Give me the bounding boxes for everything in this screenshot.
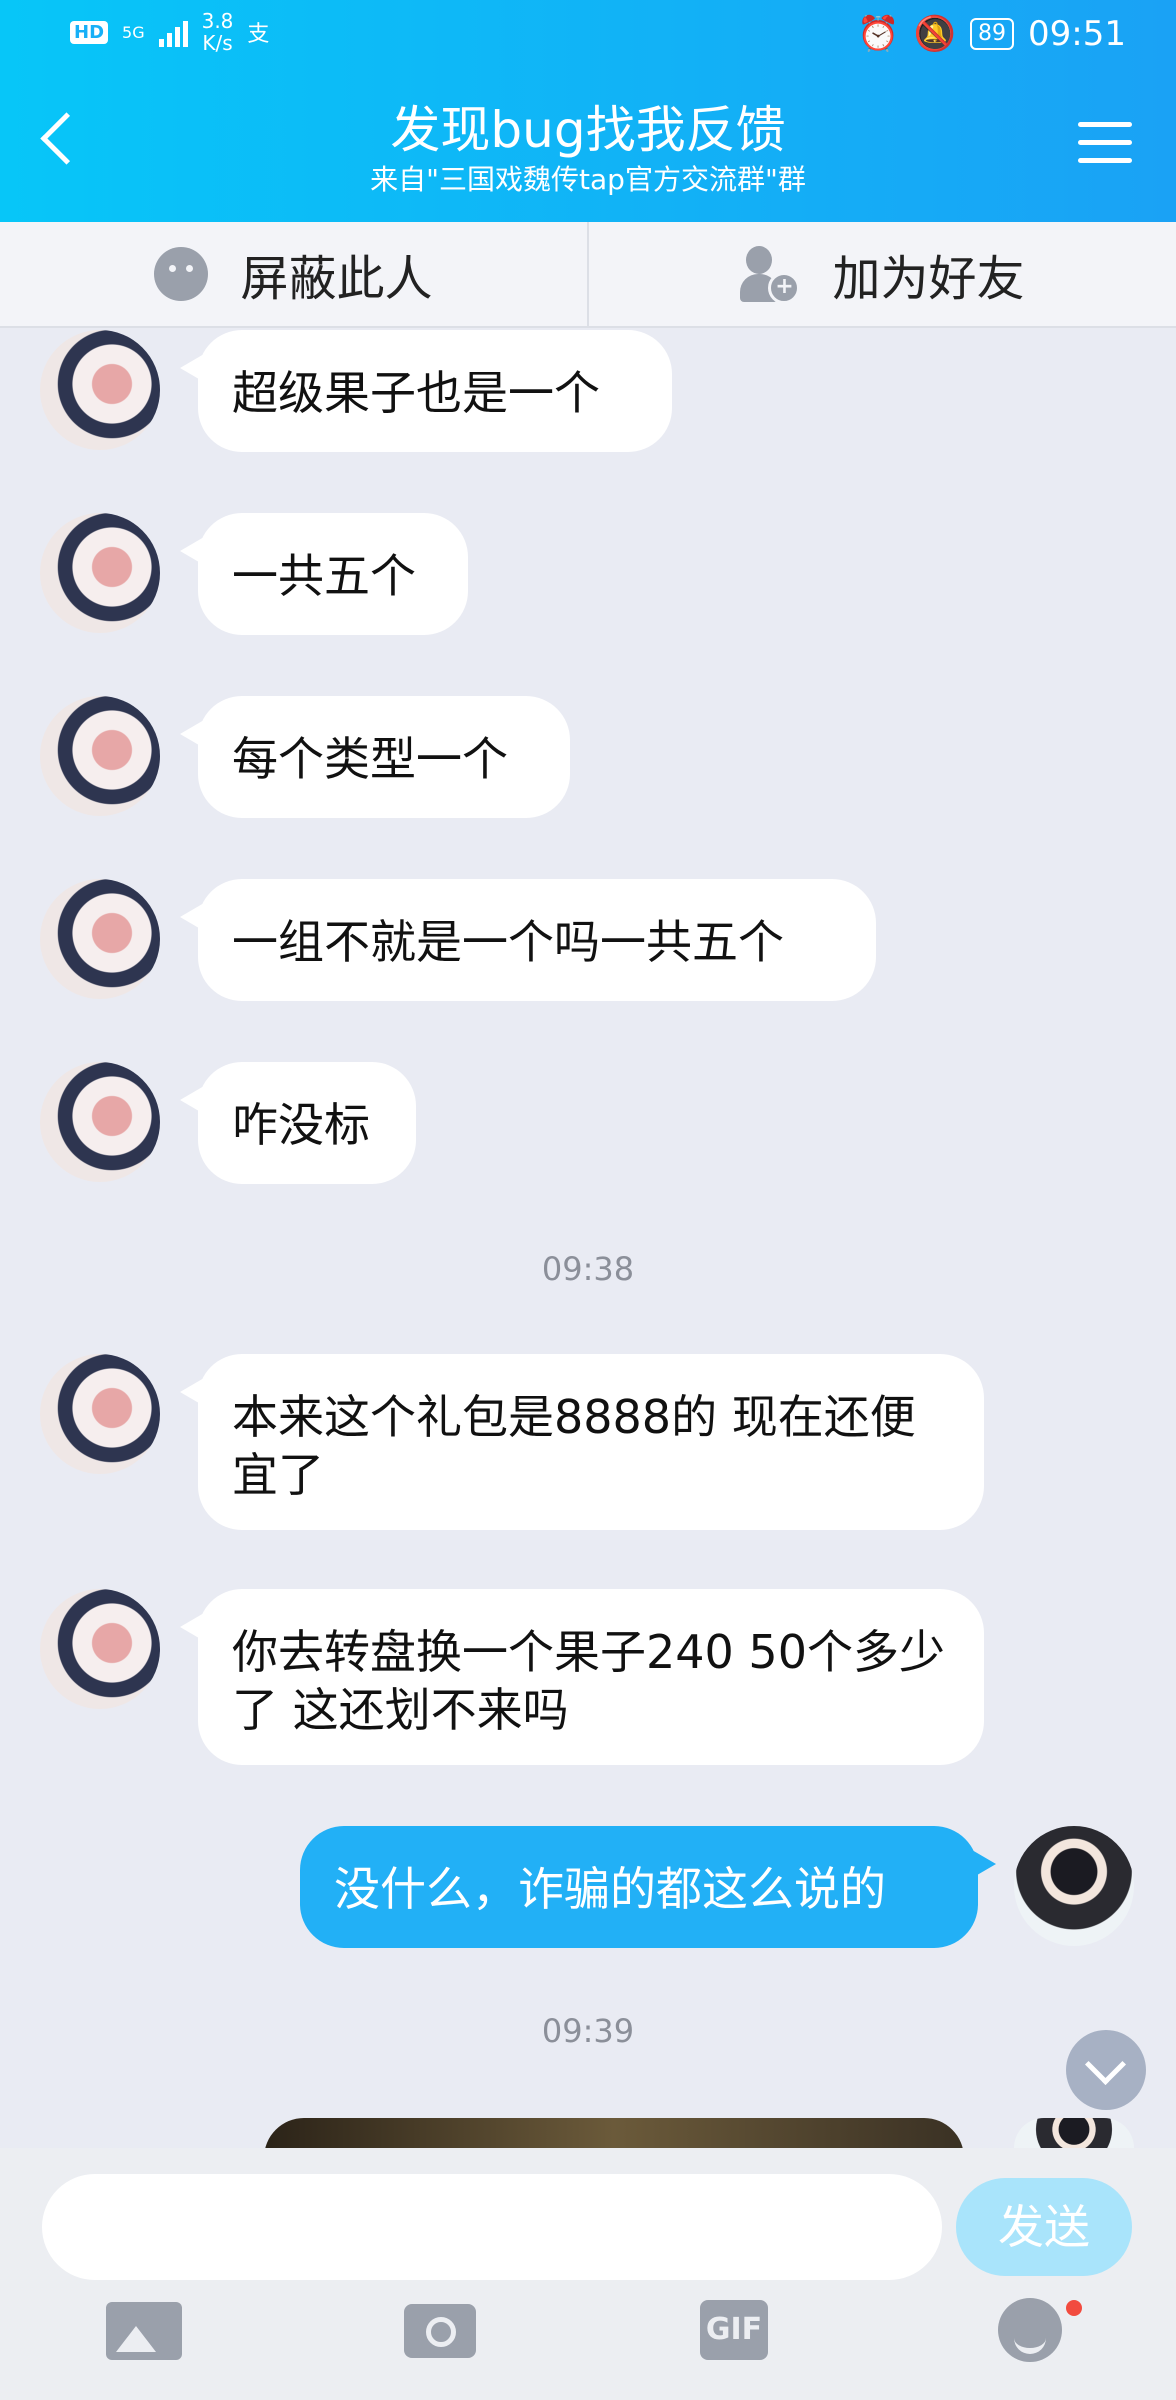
- clock: 09:51: [1028, 14, 1126, 54]
- timestamp: 09:39: [541, 2012, 635, 2050]
- mute-bell-icon: 🔕: [913, 14, 957, 54]
- avatar[interactable]: [1014, 1826, 1134, 1946]
- message-bubble[interactable]: 每个类型一个: [180, 696, 570, 818]
- hd-badge: HD: [70, 20, 109, 44]
- network-type: 5G: [122, 22, 145, 42]
- action-bar: 屏蔽此人 + 加为好友: [0, 222, 1176, 328]
- message-bubble[interactable]: 超级果子也是一个: [180, 330, 672, 452]
- chat-subtitle: 来自"三国戏魏传tap官方交流群"群: [370, 163, 806, 196]
- message-bubble[interactable]: 本来这个礼包是8888的 现在还便宜了: [180, 1354, 984, 1530]
- message-bubble[interactable]: 一组不就是一个吗一共五个: [180, 879, 876, 1001]
- message-bubble[interactable]: 你去转盘换一个果子240 50个多少了 这还划不来吗: [180, 1589, 984, 1765]
- image-icon[interactable]: [106, 2302, 182, 2360]
- message-input[interactable]: [42, 2174, 942, 2280]
- message-bubble[interactable]: 一共五个: [180, 513, 468, 635]
- avatar[interactable]: [40, 1589, 160, 1709]
- chat-title: 发现bug找我反馈: [390, 101, 786, 159]
- scroll-down-icon[interactable]: [1066, 2030, 1146, 2110]
- network-speed: 3.8 K/s: [201, 9, 234, 55]
- input-area: 发送 GIF: [0, 2148, 1176, 2400]
- avatar[interactable]: [40, 696, 160, 816]
- chat-toolbar: GIF: [0, 2288, 1176, 2400]
- add-friend-button[interactable]: + 加为好友: [589, 222, 1176, 326]
- avatar[interactable]: [40, 1062, 160, 1182]
- send-button[interactable]: 发送: [956, 2178, 1132, 2276]
- chat-header: HD 5G 3.8 K/s 支 ⏰ 🔕 89 09:51 发现bug找我反馈 来自…: [0, 0, 1176, 222]
- add-friend-icon: +: [740, 244, 801, 304]
- message-bubble[interactable]: 咋没标: [180, 1062, 416, 1184]
- block-user-button[interactable]: 屏蔽此人: [0, 222, 589, 326]
- camera-icon[interactable]: [404, 2304, 476, 2358]
- timestamp: 09:38: [541, 1250, 635, 1288]
- app-notification-icon: 支: [247, 22, 270, 47]
- menu-icon[interactable]: [1078, 122, 1132, 176]
- add-friend-label: 加为好友: [832, 251, 1025, 307]
- avatar[interactable]: [40, 330, 160, 450]
- signal-icon: [158, 17, 188, 47]
- status-bar: HD 5G 3.8 K/s 支 ⏰ 🔕 89 09:51: [0, 0, 1176, 72]
- avatar[interactable]: [40, 513, 160, 633]
- block-user-label: 屏蔽此人: [240, 251, 433, 307]
- avatar[interactable]: [40, 1354, 160, 1474]
- avatar[interactable]: [40, 879, 160, 999]
- emoji-icon[interactable]: [998, 2298, 1062, 2362]
- gif-icon[interactable]: GIF: [700, 2300, 768, 2360]
- notification-dot-icon: [1066, 2300, 1082, 2316]
- battery-icon: 89: [970, 18, 1015, 50]
- avatar[interactable]: [1014, 2118, 1134, 2148]
- alarm-icon: ⏰: [857, 14, 900, 54]
- block-icon: [154, 247, 209, 301]
- message-bubble[interactable]: 没什么，诈骗的都这么说的: [300, 1826, 996, 1948]
